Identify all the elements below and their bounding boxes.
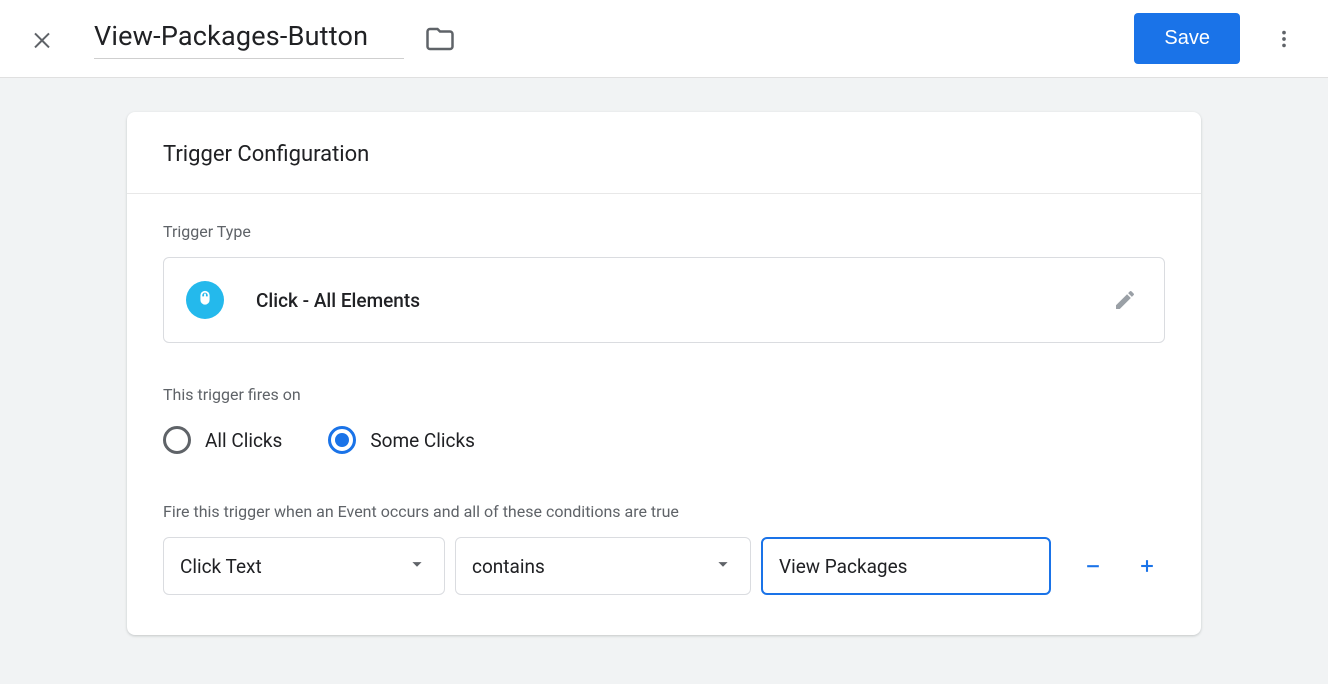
trigger-config-card: Trigger Configuration Trigger Type Click…	[127, 112, 1201, 635]
close-icon	[30, 27, 54, 51]
conditions-section: Fire this trigger when an Event occurs a…	[163, 502, 1165, 595]
trigger-name-input[interactable]	[94, 18, 404, 59]
card-title: Trigger Configuration	[163, 142, 1165, 167]
remove-condition-button[interactable]	[1075, 544, 1111, 588]
radio-icon	[163, 426, 191, 454]
more-menu-button[interactable]	[1268, 23, 1300, 55]
fires-on-options: All Clicks Some Clicks	[163, 426, 1165, 454]
click-icon	[186, 281, 224, 319]
save-button[interactable]: Save	[1134, 13, 1240, 64]
condition-operator-value: contains	[472, 555, 545, 578]
folder-icon	[425, 24, 455, 54]
conditions-label: Fire this trigger when an Event occurs a…	[163, 502, 1165, 521]
pencil-icon	[1113, 288, 1137, 312]
plus-icon	[1137, 556, 1157, 576]
radio-all-label: All Clicks	[205, 429, 282, 452]
card-body: Trigger Type Click - All Elements This t…	[127, 194, 1201, 635]
minus-icon	[1083, 556, 1103, 576]
trigger-type-value: Click - All Elements	[256, 289, 420, 312]
radio-all-clicks[interactable]: All Clicks	[163, 426, 282, 454]
chevron-down-icon	[712, 553, 734, 579]
chevron-down-icon	[406, 553, 428, 579]
header-bar: Save	[0, 0, 1328, 78]
radio-icon	[328, 426, 356, 454]
card-header: Trigger Configuration	[127, 112, 1201, 194]
radio-some-label: Some Clicks	[370, 429, 475, 452]
content-area: Trigger Configuration Trigger Type Click…	[0, 78, 1328, 684]
trigger-type-label: Trigger Type	[163, 222, 1165, 241]
condition-variable-value: Click Text	[180, 555, 262, 578]
condition-value-input[interactable]	[761, 537, 1051, 595]
add-condition-button[interactable]	[1129, 544, 1165, 588]
condition-variable-select[interactable]: Click Text	[163, 537, 445, 595]
edit-trigger-type-button[interactable]	[1112, 287, 1138, 313]
fires-on-label: This trigger fires on	[163, 385, 1165, 404]
close-button[interactable]	[26, 23, 58, 55]
folder-button[interactable]	[422, 21, 458, 57]
condition-row: Click Text contains	[163, 537, 1165, 595]
condition-operator-select[interactable]: contains	[455, 537, 751, 595]
radio-some-clicks[interactable]: Some Clicks	[328, 426, 475, 454]
more-vert-icon	[1273, 28, 1295, 50]
fires-on-section: This trigger fires on All Clicks Some Cl…	[163, 385, 1165, 454]
trigger-type-selector[interactable]: Click - All Elements	[163, 257, 1165, 343]
